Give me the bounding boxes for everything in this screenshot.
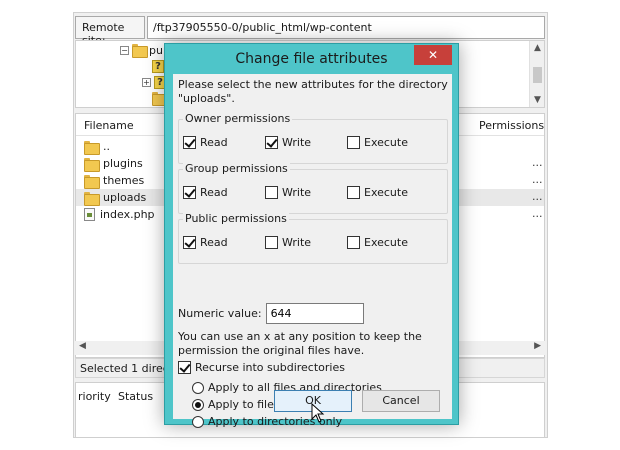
checkbox-checked[interactable]	[183, 236, 196, 249]
group-label: Owner permissions	[183, 112, 293, 125]
php-file-icon	[84, 208, 95, 221]
checkbox-label: Write	[282, 136, 312, 149]
owner-write-checkbox[interactable]: Write	[265, 136, 311, 149]
folder-icon	[132, 44, 148, 58]
checkbox-unchecked[interactable]	[347, 236, 360, 249]
folder-icon	[84, 157, 100, 172]
dialog-intro: Please select the new attributes for the…	[178, 78, 448, 105]
column-priority[interactable]: riority	[78, 390, 111, 403]
checkbox-unchecked[interactable]	[265, 236, 278, 249]
checkbox-checked[interactable]	[183, 186, 196, 199]
group-read-checkbox[interactable]: Read	[183, 186, 228, 199]
expand-icon[interactable]: +	[142, 77, 151, 87]
dialog-body: Please select the new attributes for the…	[173, 74, 452, 428]
cancel-button[interactable]: Cancel	[362, 390, 440, 412]
scroll-up-icon[interactable]: ▲	[530, 43, 545, 53]
checkbox-unchecked[interactable]	[347, 186, 360, 199]
checkbox-checked[interactable]	[265, 136, 278, 149]
file-name: index.php	[100, 208, 155, 221]
checkbox-label: Execute	[364, 186, 408, 199]
radio-unselected[interactable]	[192, 415, 204, 428]
tree-scrollbar[interactable]: ▲ ▼	[529, 41, 544, 107]
numeric-value-row: Numeric value:	[178, 303, 364, 324]
numeric-value-label: Numeric value:	[178, 307, 262, 320]
group-permissions-group: Group permissions Read Write Execute	[178, 162, 448, 214]
change-file-attributes-dialog: Change file attributes ✕ Please select t…	[164, 43, 459, 428]
checkbox-checked[interactable]	[178, 361, 191, 374]
checkbox-label: Read	[200, 236, 228, 249]
checkbox-unchecked[interactable]	[265, 186, 278, 199]
remote-path-input[interactable]: /ftp37905550-0/public_html/wp-content	[147, 16, 545, 39]
scroll-left-icon[interactable]: ◀	[79, 341, 86, 351]
column-filename[interactable]: Filename	[84, 119, 134, 132]
group-label: Group permissions	[183, 162, 290, 175]
folder-icon	[84, 140, 100, 155]
folder-icon	[84, 174, 100, 189]
remote-site-bar: Remote site: /ftp37905550-0/public_html/…	[75, 16, 545, 47]
unknown-folder-icon: ?	[152, 59, 164, 73]
owner-execute-checkbox[interactable]: Execute	[347, 136, 408, 149]
truncated-cell: ...	[532, 190, 543, 203]
close-icon[interactable]: ✕	[414, 45, 452, 65]
radio-unselected[interactable]	[192, 381, 204, 394]
checkbox-label: Execute	[364, 236, 408, 249]
column-permissions[interactable]: Permissions	[479, 119, 544, 132]
owner-read-checkbox[interactable]: Read	[183, 136, 228, 149]
column-status[interactable]: Status	[118, 390, 153, 403]
scroll-down-icon[interactable]: ▼	[530, 95, 545, 105]
owner-permissions-group: Owner permissions Read Write Execute	[178, 112, 448, 164]
file-name: uploads	[103, 191, 147, 204]
folder-icon	[84, 191, 100, 206]
pointer-cursor-icon	[311, 403, 325, 423]
scroll-thumb[interactable]	[533, 67, 542, 83]
file-name: ..	[103, 140, 110, 153]
public-execute-checkbox[interactable]: Execute	[347, 236, 408, 249]
checkbox-checked[interactable]	[183, 136, 196, 149]
checkbox-unchecked[interactable]	[347, 136, 360, 149]
numeric-value-input[interactable]	[265, 303, 364, 324]
recurse-label: Recurse into subdirectories	[195, 361, 345, 374]
scroll-right-icon[interactable]: ▶	[534, 341, 541, 351]
tree-node-unknown[interactable]: + ?	[142, 74, 166, 90]
truncated-cell: ...	[532, 173, 543, 186]
file-name: plugins	[103, 157, 143, 170]
checkbox-label: Execute	[364, 136, 408, 149]
tree-node-unknown[interactable]: ?	[152, 58, 164, 74]
checkbox-label: Write	[282, 236, 312, 249]
public-write-checkbox[interactable]: Write	[265, 236, 311, 249]
permission-hint: You can use an x at any position to keep…	[178, 330, 422, 357]
checkbox-label: Read	[200, 186, 228, 199]
group-label: Public permissions	[183, 212, 289, 225]
public-permissions-group: Public permissions Read Write Execute	[178, 212, 448, 264]
radio-selected[interactable]	[192, 398, 204, 411]
remote-site-label: Remote site:	[75, 16, 145, 47]
checkbox-label: Read	[200, 136, 228, 149]
recurse-checkbox[interactable]: Recurse into subdirectories	[178, 361, 345, 374]
collapse-icon[interactable]: −	[120, 45, 129, 55]
truncated-cell: ...	[532, 207, 543, 220]
checkbox-label: Write	[282, 186, 312, 199]
public-read-checkbox[interactable]: Read	[183, 236, 228, 249]
file-name: themes	[103, 174, 145, 187]
group-execute-checkbox[interactable]: Execute	[347, 186, 408, 199]
truncated-cell: ...	[532, 156, 543, 169]
group-write-checkbox[interactable]: Write	[265, 186, 311, 199]
